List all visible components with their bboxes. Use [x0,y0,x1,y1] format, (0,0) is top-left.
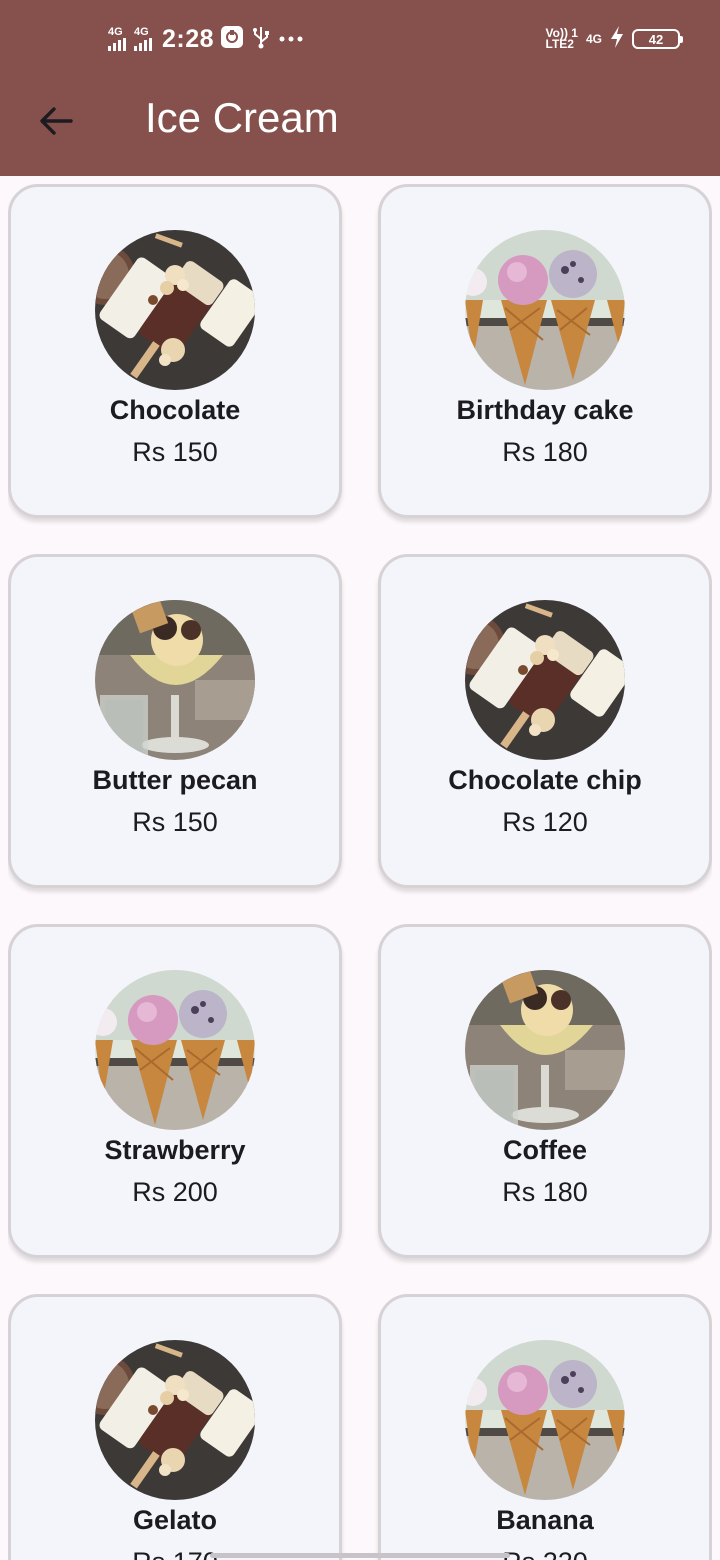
ice-cream-image [95,1340,255,1500]
item-name: Birthday cake [456,395,634,425]
ice-cream-image [465,970,625,1130]
more-notifications-icon [278,30,304,48]
item-name: Banana [496,1505,594,1535]
ice-cream-card[interactable]: Chocolate Rs 150 [8,184,342,518]
item-price: Rs 200 [132,1177,218,1207]
item-price: Rs 120 [502,807,588,837]
ice-cream-image [95,600,255,760]
ice-cream-card[interactable]: Coffee Rs 180 [378,924,712,1258]
arrow-back-icon [40,107,73,135]
status-bar: 4G 4G 2:28 Vo)) 1 LTE2 4G 42 [0,0,720,76]
item-price: Rs 180 [502,437,588,467]
item-price: Rs 150 [132,807,218,837]
status-bar-left: 4G 4G 2:28 [108,22,304,56]
ice-cream-image [465,1340,625,1500]
ice-cream-image [465,600,625,760]
status-time: 2:28 [162,24,215,53]
ice-cream-grid: Chocolate Rs 150 Birthday cake Rs 180 Bu… [8,184,712,1560]
item-name: Chocolate chip [448,765,642,795]
item-name: Chocolate [109,395,241,425]
ice-cream-card[interactable]: Banana Rs 220 [378,1294,712,1560]
item-name: Strawberry [104,1135,246,1165]
app-notification-icon [220,25,244,54]
item-name: Butter pecan [92,765,258,795]
home-indicator[interactable] [210,1553,510,1558]
item-price: Rs 150 [132,437,218,467]
network-type-indicator: 4G [585,32,602,46]
ice-cream-image [95,970,255,1130]
ice-cream-image [95,230,255,390]
app-bar: 4G 4G 2:28 Vo)) 1 LTE2 4G 42 Ice Cream [0,0,720,176]
back-button[interactable] [26,96,86,146]
ice-cream-card[interactable]: Birthday cake Rs 180 [378,184,712,518]
item-name: Gelato [132,1505,218,1535]
item-price: Rs 180 [502,1177,588,1207]
ice-cream-image [465,230,625,390]
ice-cream-card[interactable]: Strawberry Rs 200 [8,924,342,1258]
status-bar-right: Vo)) 1 LTE2 4G 42 [545,24,683,54]
usb-icon [250,25,272,54]
item-name: Coffee [502,1135,587,1165]
ice-cream-card[interactable]: Gelato Rs 170 [8,1294,342,1560]
ice-cream-card[interactable]: Butter pecan Rs 150 [8,554,342,888]
page-title: Ice Cream [145,94,339,141]
ice-cream-card[interactable]: Chocolate chip Rs 120 [378,554,712,888]
battery-icon: 42 [632,29,683,49]
signal-icon-2: 4G [134,27,152,51]
signal-icon-1: 4G [108,27,126,51]
charging-icon [610,25,624,53]
volte-indicator: Vo)) 1 LTE2 [545,26,578,51]
toolbar: Ice Cream [0,76,720,176]
